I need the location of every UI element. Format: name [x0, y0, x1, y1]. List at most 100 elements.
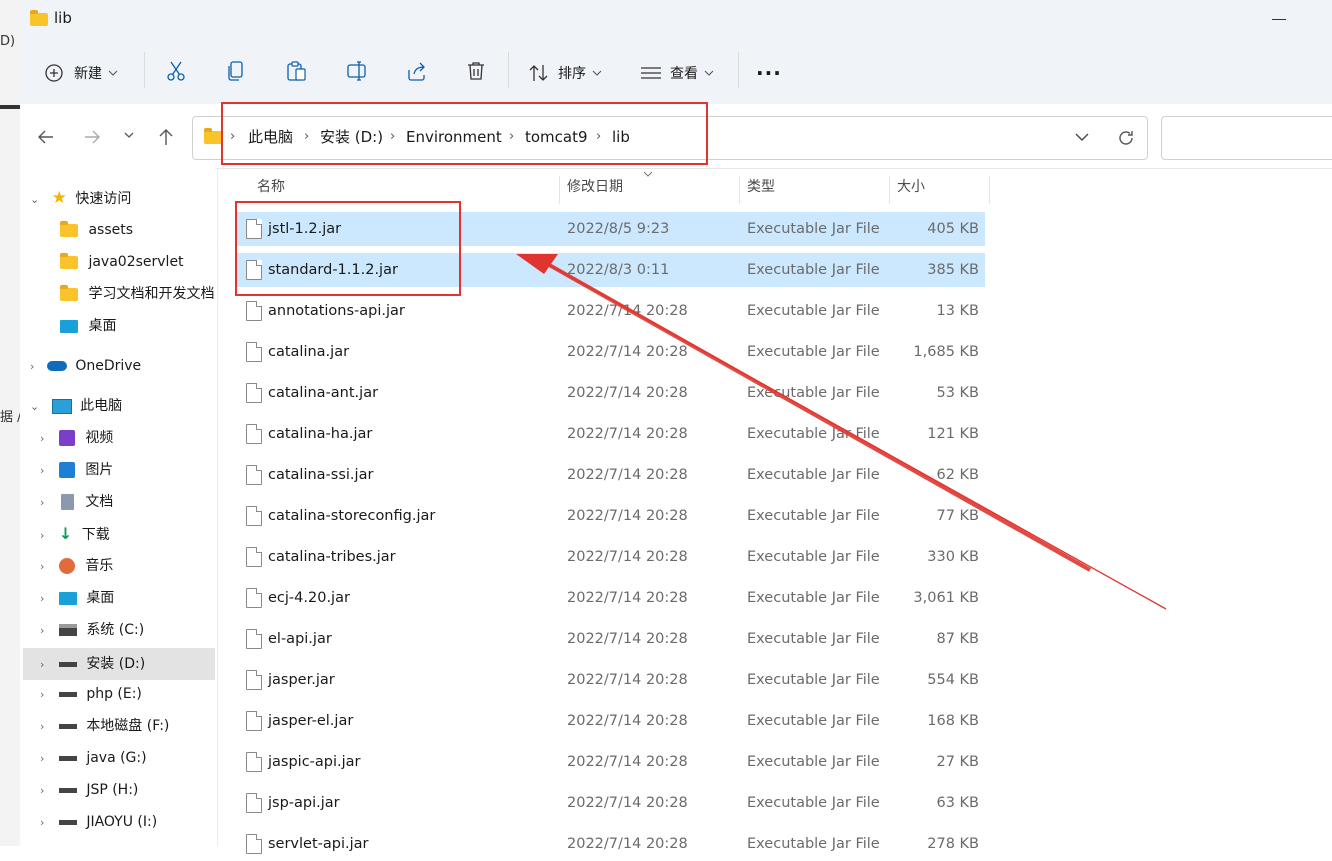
nav-item-drive-f[interactable]: › 本地磁盘 (F:): [40, 710, 216, 742]
file-row[interactable]: el-api.jar 2022/7/14 20:28 Executable Jar …: [236, 622, 985, 656]
new-button[interactable]: 新建: [44, 60, 120, 86]
file-name: catalina-ha.jar: [268, 426, 373, 442]
nav-label: 快速访问: [75, 191, 132, 207]
file-icon: [246, 301, 262, 321]
nav-item-docs[interactable]: 学习文档和开发文档: [60, 278, 216, 310]
drive-icon: [58, 723, 77, 729]
nav-item-drive-c[interactable]: › 系统 (C:): [40, 614, 216, 646]
file-size: 168 KB: [927, 713, 979, 729]
file-name: ecj-4.20.jar: [268, 590, 350, 606]
nav-label: 音乐: [85, 558, 114, 574]
nav-item-music[interactable]: › 音乐: [40, 550, 216, 582]
nav-item-videos[interactable]: › 视频: [40, 422, 216, 454]
file-icon: [246, 506, 262, 526]
view-label: 查看: [670, 66, 698, 82]
toolbar-separator: [508, 52, 509, 88]
cut-button[interactable]: [166, 60, 186, 86]
nav-label: 文档: [85, 494, 114, 510]
arrow-up-icon: [159, 129, 173, 145]
nav-label: java (G:): [86, 750, 147, 766]
nav-item-downloads[interactable]: › ↓ 下载: [40, 518, 216, 550]
file-icon: [246, 547, 262, 567]
title-bar: lib: [20, 0, 1332, 38]
forward-button[interactable]: [82, 127, 102, 151]
file-name: jaspic-api.jar: [268, 754, 361, 770]
nav-item-drive-g[interactable]: › java (G:): [40, 742, 216, 774]
file-size: 63 KB: [936, 795, 979, 811]
nav-item-documents[interactable]: › 文档: [40, 486, 216, 518]
share-button[interactable]: [406, 60, 428, 86]
window-title: lib: [54, 9, 72, 27]
column-header-modified[interactable]: 修改日期: [567, 172, 623, 202]
file-date: 2022/7/14 20:28: [567, 713, 688, 729]
file-size: 278 KB: [927, 836, 979, 852]
nav-quick-access[interactable]: ⌄ ★ 快速访问: [30, 182, 216, 214]
nav-item-drive-e[interactable]: › php (E:): [40, 678, 216, 710]
search-input[interactable]: [1161, 116, 1332, 160]
nav-label: JIAOYU (I:): [86, 814, 158, 830]
nav-label: OneDrive: [75, 358, 142, 374]
background-text-top: D): [0, 34, 16, 49]
command-bar: 新建 排序 查看 ...: [20, 38, 1332, 104]
view-button[interactable]: 查看: [640, 60, 716, 86]
explorer-window: lib 新建 排序 查看 ... › 此电脑 › 安装 (D:) › Envir…: [20, 0, 1332, 854]
more-button[interactable]: ...: [756, 56, 782, 80]
nav-item-drive-d[interactable]: › 安装 (D:): [23, 648, 215, 680]
up-button[interactable]: [156, 127, 176, 151]
chevron-down-icon: ⌄: [30, 193, 40, 206]
nav-item-assets[interactable]: assets: [60, 214, 216, 246]
nav-item-desktop-pc[interactable]: › 桌面: [40, 582, 216, 614]
chevron-down-icon: [592, 70, 602, 76]
nav-item-drive-i[interactable]: › JIAOYU (I:): [40, 806, 216, 838]
file-row[interactable]: jsp-api.jar 2022/7/14 20:28 Executable Jar…: [236, 786, 985, 820]
rename-icon: [347, 61, 366, 81]
column-header-size[interactable]: 大小: [897, 172, 925, 202]
nav-item-drive-h[interactable]: › JSP (H:): [40, 774, 216, 806]
file-row[interactable]: jasper.jar 2022/7/14 20:28 Executable Jar …: [236, 663, 985, 697]
chevron-down-icon: [1075, 133, 1089, 141]
annotation-arrow: [516, 254, 1167, 610]
paste-button[interactable]: [286, 60, 308, 86]
file-icon: [246, 793, 262, 813]
nav-label: assets: [88, 222, 134, 238]
drive-icon: [58, 624, 77, 636]
copy-button[interactable]: [226, 60, 246, 86]
column-header-type[interactable]: 类型: [747, 172, 775, 202]
back-button[interactable]: [36, 127, 56, 151]
chevron-right-icon: ›: [40, 432, 45, 445]
nav-label: 桌面: [88, 318, 117, 334]
rename-button[interactable]: [346, 60, 368, 86]
drive-icon: [58, 691, 77, 697]
folder-icon: [30, 10, 48, 26]
nav-onedrive[interactable]: › OneDrive: [30, 350, 216, 382]
sort-button[interactable]: 排序: [528, 60, 604, 86]
file-row[interactable]: servlet-api.jar 2022/7/14 20:28 Executable…: [236, 827, 985, 861]
chevron-right-icon: ›: [40, 529, 45, 542]
file-name: jasper-el.jar: [268, 713, 354, 729]
pane-divider: [217, 168, 218, 846]
file-date: 2022/7/14 20:28: [567, 672, 688, 688]
nav-this-pc[interactable]: ⌄ 此电脑: [30, 390, 216, 422]
refresh-button[interactable]: [1116, 128, 1136, 152]
desktop-icon: [60, 319, 78, 333]
nav-label: 桌面: [86, 590, 115, 606]
chevron-down-icon: [108, 70, 118, 76]
arrow-left-icon: [38, 130, 53, 144]
nav-item-pictures[interactable]: › 图片: [40, 454, 216, 486]
address-dropdown-button[interactable]: [1074, 131, 1090, 147]
trash-icon: [468, 62, 484, 80]
nav-item-java02servlet[interactable]: java02servlet: [60, 246, 216, 278]
file-row[interactable]: jasper-el.jar 2022/7/14 20:28 Executable J…: [236, 704, 985, 738]
file-icon: [246, 834, 262, 854]
delete-button[interactable]: [466, 60, 486, 86]
column-divider: [889, 176, 890, 204]
nav-item-desktop[interactable]: 桌面: [60, 310, 216, 342]
recent-locations-button[interactable]: [122, 130, 136, 146]
scissors-icon: [167, 61, 185, 81]
minimize-icon[interactable]: [1272, 19, 1286, 20]
file-name: catalina.jar: [268, 344, 350, 360]
file-icon: [246, 711, 262, 731]
toolbar-separator: [144, 52, 145, 88]
column-header-name[interactable]: 名称: [257, 172, 285, 202]
file-row[interactable]: jaspic-api.jar 2022/7/14 20:28 Executable …: [236, 745, 985, 779]
